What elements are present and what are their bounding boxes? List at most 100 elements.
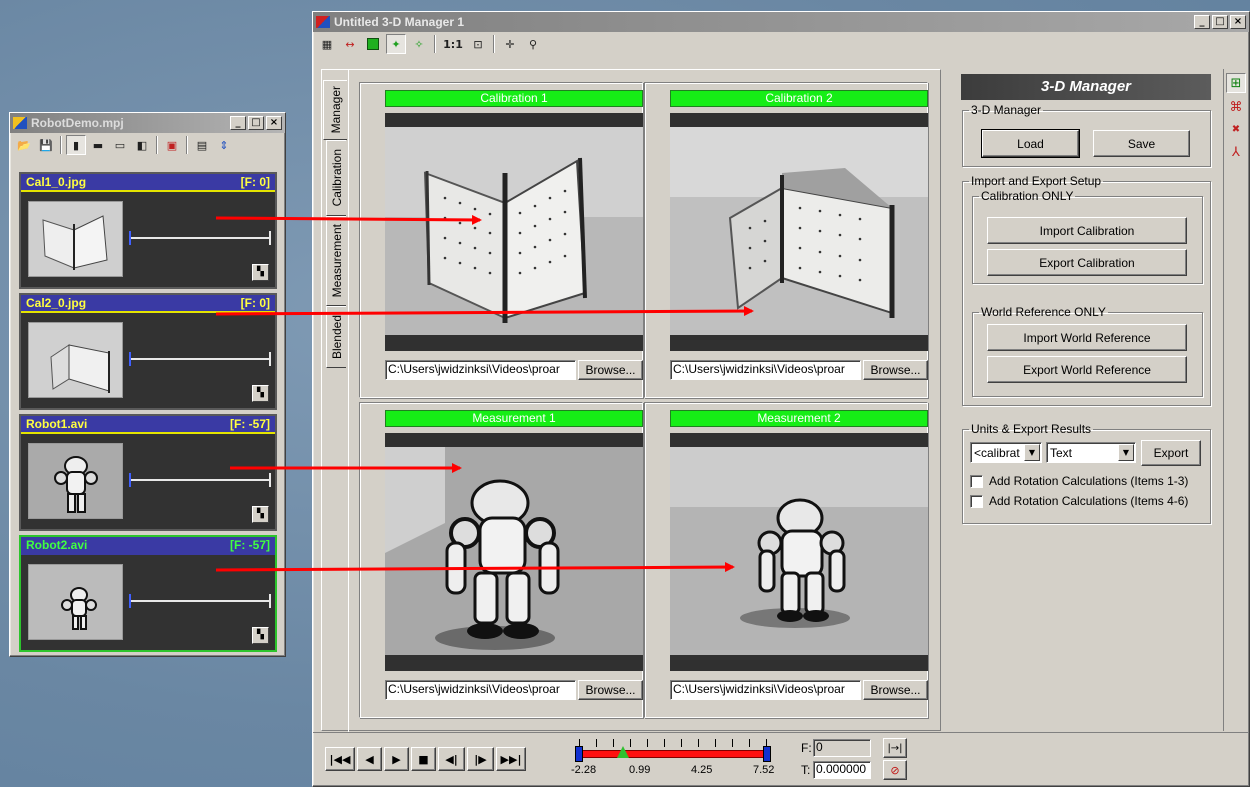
cell-path-field[interactable]: C:\Users\jwidzinksi\Videos\proar <box>670 360 861 380</box>
tab-blended[interactable]: Blended <box>326 306 346 368</box>
item-thumbnail[interactable] <box>28 201 123 277</box>
item-end-marker[interactable] <box>269 594 271 608</box>
time-field[interactable]: 0.000000 <box>813 761 871 779</box>
sync-icon[interactable]: ⇕ <box>214 135 234 155</box>
item-end-marker[interactable] <box>269 352 271 366</box>
import-calibration-button[interactable]: Import Calibration <box>987 217 1187 244</box>
playhead[interactable] <box>617 746 630 758</box>
save-icon[interactable]: 💾 <box>36 135 56 155</box>
chevron-down-icon[interactable]: ▼ <box>1118 444 1134 461</box>
tab-manager[interactable]: Manager <box>323 80 347 140</box>
item-thumbnail[interactable] <box>28 443 123 519</box>
item-start-marker[interactable] <box>129 594 131 608</box>
minimize-button[interactable]: _ <box>230 116 246 130</box>
point-add-icon[interactable]: ✧ <box>409 34 429 54</box>
item-start-marker[interactable] <box>129 473 131 487</box>
axes-icon[interactable]: ⅄ <box>1226 142 1246 162</box>
play-button[interactable]: ▶ <box>384 747 409 771</box>
item-end-marker[interactable] <box>269 473 271 487</box>
item-timeline[interactable] <box>129 594 271 608</box>
strip-layout-icon[interactable]: ▭ <box>110 135 130 155</box>
actual-size-button[interactable]: 1:1 <box>441 34 465 54</box>
load-button[interactable]: Load <box>981 129 1080 158</box>
cell-path-field[interactable]: C:\Users\jwidzinksi\Videos\proar <box>670 680 861 700</box>
maximize-button[interactable]: □ <box>248 116 264 130</box>
item-timeline[interactable] <box>129 231 271 245</box>
axis-x-icon[interactable]: ✖ <box>1226 119 1246 139</box>
mesh-icon[interactable]: ⌘ <box>1226 97 1246 117</box>
item-settings-icon[interactable]: ▚ <box>252 385 269 402</box>
export-button[interactable]: Export <box>1141 440 1201 466</box>
minimize-button[interactable]: _ <box>1194 15 1210 29</box>
cell-path-field[interactable]: C:\Users\jwidzinksi\Videos\proar <box>385 680 576 700</box>
measurement-1-image[interactable] <box>385 433 643 671</box>
cell-path-field[interactable]: C:\Users\jwidzinksi\Videos\proar <box>385 360 576 380</box>
stop-button[interactable]: ■ <box>411 747 436 771</box>
filmstrip-icon[interactable]: ▤ <box>192 135 212 155</box>
save-button[interactable]: Save <box>1093 130 1190 157</box>
item-settings-icon[interactable]: ▚ <box>252 627 269 644</box>
frame-field[interactable]: 0 <box>813 739 871 757</box>
rotation-1-checkbox[interactable]: Add Rotation Calculations (Items 1-3) <box>970 474 1188 488</box>
project-item-robot2[interactable]: Robot2.avi [F: -57] ▚ <box>19 535 277 652</box>
project-titlebar[interactable]: RobotDemo.mpj _ □ × <box>10 113 285 133</box>
end-marker[interactable] <box>763 746 771 762</box>
split-layout-icon[interactable]: ◧ <box>132 135 152 155</box>
tab-measurement[interactable]: Measurement <box>326 216 346 306</box>
calibration-1-image[interactable] <box>385 113 643 351</box>
browse-button[interactable]: Browse... <box>863 680 928 700</box>
item-timeline[interactable] <box>129 352 271 366</box>
item-settings-icon[interactable]: ▚ <box>252 264 269 281</box>
maximize-button[interactable]: □ <box>1212 15 1228 29</box>
item-thumbnail[interactable] <box>28 322 123 398</box>
step-back-button[interactable]: ◀ <box>357 747 382 771</box>
project-item-cal2[interactable]: Cal2_0.jpg [F: 0] ▚ <box>19 293 277 410</box>
browse-button[interactable]: Browse... <box>578 680 643 700</box>
skip-start-button[interactable]: |◀◀ <box>325 747 355 771</box>
calibration-2-image[interactable] <box>670 113 928 351</box>
next-frame-button[interactable]: |▶ <box>467 747 494 771</box>
tab-calibration[interactable]: Calibration <box>326 140 346 216</box>
green-square-icon[interactable] <box>363 34 383 54</box>
point-icon[interactable]: ✦ <box>386 34 406 54</box>
start-marker[interactable] <box>575 746 583 762</box>
item-thumbnail[interactable] <box>28 564 123 640</box>
item-timeline[interactable] <box>129 473 271 487</box>
horizontal-layout-icon[interactable]: ▬ <box>88 135 108 155</box>
project-item-cal1[interactable]: Cal1_0.jpg [F: 0] ▚ <box>19 172 277 289</box>
fit-icon[interactable]: ⊡ <box>468 34 488 54</box>
measurement-2-image[interactable] <box>670 433 928 671</box>
skip-end-button[interactable]: ▶▶| <box>496 747 526 771</box>
jump-end-button[interactable]: |→| <box>883 738 907 758</box>
browse-button[interactable]: Browse... <box>578 360 643 380</box>
item-start-marker[interactable] <box>129 231 131 245</box>
zoom-icon[interactable]: ⚲ <box>523 34 543 54</box>
close-button[interactable]: × <box>1230 15 1246 29</box>
format-combo[interactable]: Text ▼ <box>1046 442 1136 463</box>
checkbox-box[interactable] <box>970 494 983 508</box>
panel-grid-icon[interactable]: ⊞ <box>1226 73 1246 93</box>
import-world-reference-button[interactable]: Import World Reference <box>987 324 1187 351</box>
item-start-marker[interactable] <box>129 352 131 366</box>
close-button[interactable]: × <box>266 116 282 130</box>
browse-button[interactable]: Browse... <box>863 360 928 380</box>
loop-off-button[interactable]: ⊘ <box>883 760 907 780</box>
prev-frame-button[interactable]: ◀| <box>438 747 465 771</box>
project-item-robot1[interactable]: Robot1.avi [F: -57] ▚ <box>19 414 277 531</box>
display-icon[interactable]: ▣ <box>162 135 182 155</box>
link-icon[interactable]: ↔ <box>340 34 360 54</box>
timeline-slider[interactable]: -2.28 0.99 4.25 7.52 <box>571 737 775 783</box>
item-end-marker[interactable] <box>269 231 271 245</box>
export-calibration-button[interactable]: Export Calibration <box>987 249 1187 276</box>
grid-icon[interactable]: ▦ <box>317 34 337 54</box>
vertical-layout-icon[interactable]: ▮ <box>66 135 86 155</box>
move-icon[interactable]: ✛ <box>500 34 520 54</box>
units-combo[interactable]: <calibrat ▼ <box>970 442 1042 463</box>
chevron-down-icon[interactable]: ▼ <box>1024 444 1040 461</box>
main-titlebar[interactable]: Untitled 3-D Manager 1 _ □ × <box>313 12 1249 32</box>
open-folder-icon[interactable]: 📂 <box>14 135 34 155</box>
checkbox-box[interactable] <box>970 474 983 488</box>
export-world-reference-button[interactable]: Export World Reference <box>987 356 1187 383</box>
item-settings-icon[interactable]: ▚ <box>252 506 269 523</box>
rotation-2-checkbox[interactable]: Add Rotation Calculations (Items 4-6) <box>970 494 1188 508</box>
